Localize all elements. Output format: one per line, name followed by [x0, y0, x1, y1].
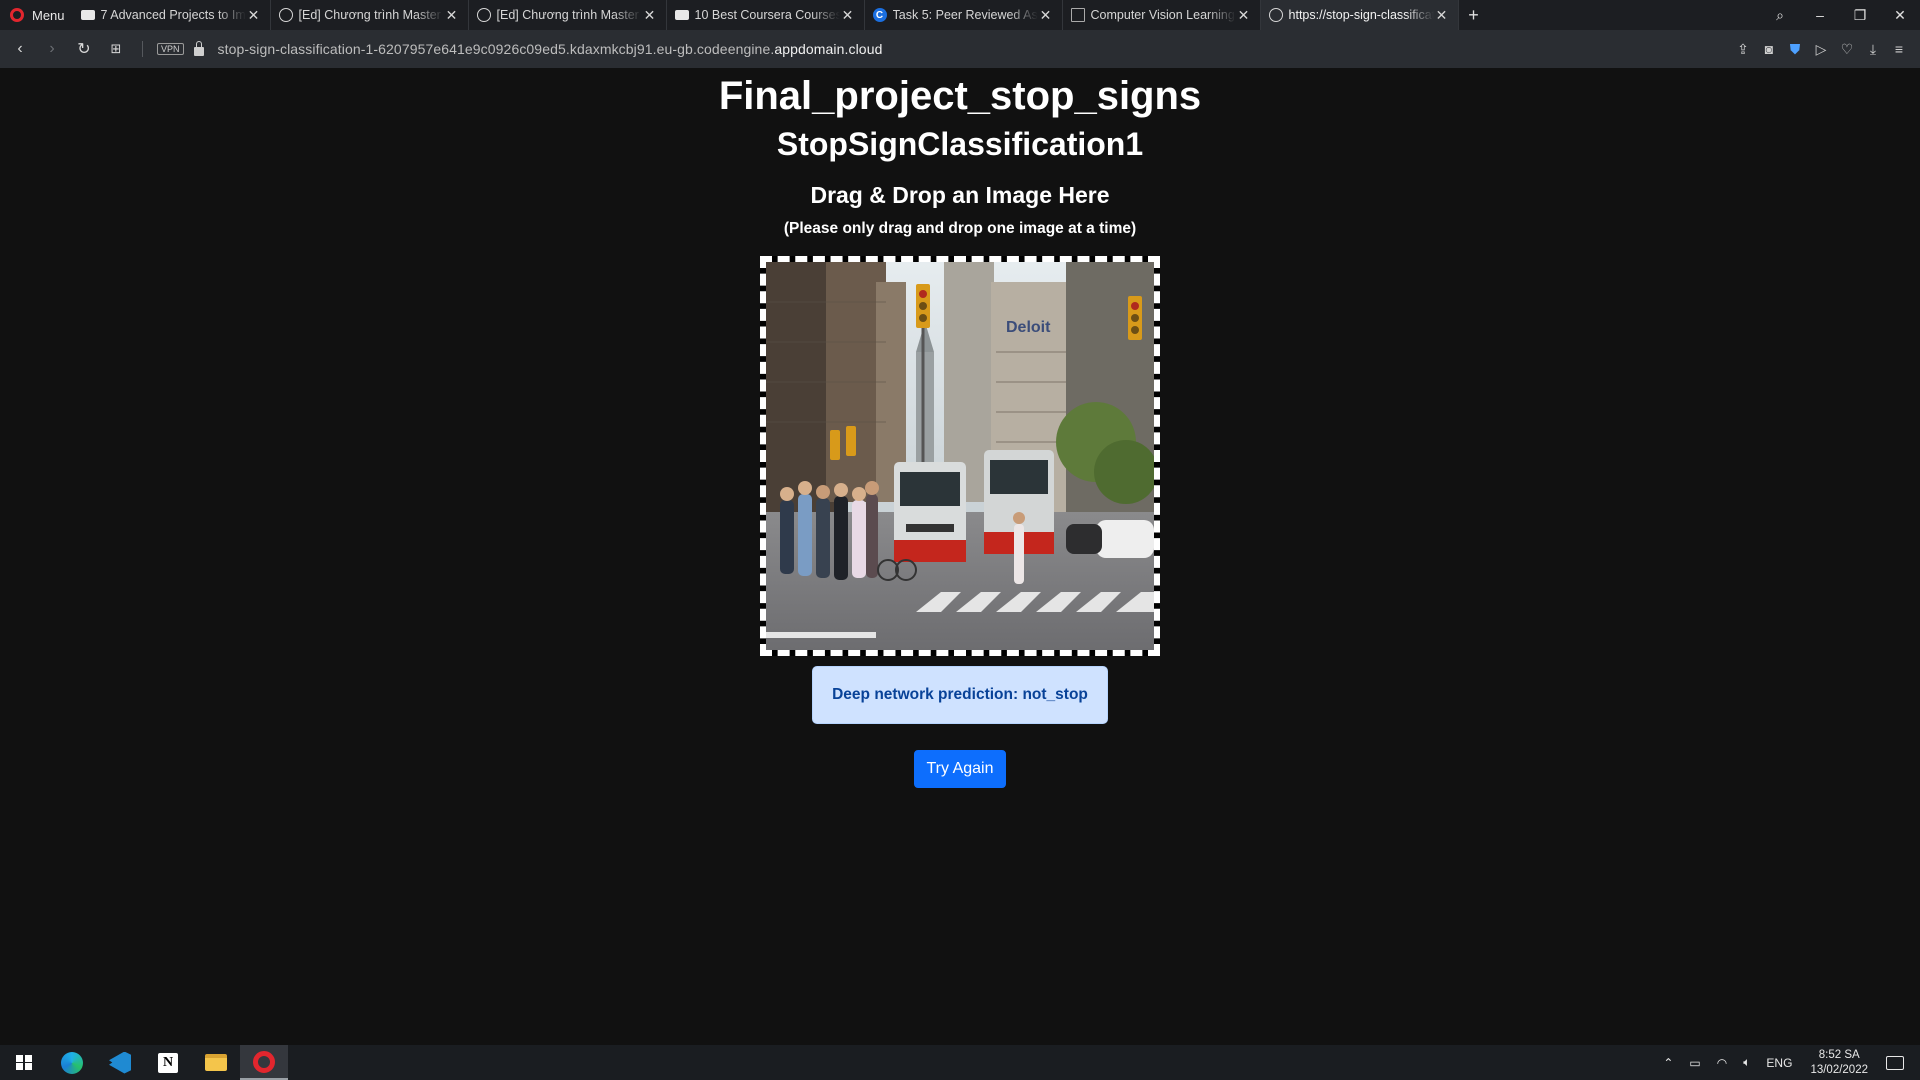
tab-title: Computer Vision Learning [1090, 8, 1235, 22]
tab-title: [Ed] Chương trình Master c [496, 8, 642, 22]
tab-title: 7 Advanced Projects to Imp [100, 8, 246, 22]
menu-label: Menu [32, 7, 65, 23]
search-tabs-icon[interactable]: ⌕ [1760, 7, 1800, 24]
drop-hint: (Please only drag and drop one image at … [783, 220, 1137, 237]
taskbar-notion[interactable]: N [144, 1045, 192, 1080]
url-domain: appdomain.cloud [774, 41, 883, 57]
reload-button[interactable]: ↻ [68, 39, 100, 59]
clock[interactable]: 8:52 SA 13/02/2022 [1800, 1048, 1878, 1078]
project-title: Final_project_stop_signs [718, 74, 1202, 118]
new-tab-button[interactable]: + [1459, 5, 1489, 26]
tab-title: Task 5: Peer Reviewed Assig [892, 8, 1038, 22]
opera-logo-icon [10, 8, 24, 22]
prediction-result: Deep network prediction: not_stop [812, 666, 1108, 724]
adblock-shield-icon[interactable]: ⛊ [1782, 41, 1808, 58]
lock-icon[interactable] [193, 40, 204, 56]
try-again-button[interactable]: Try Again [914, 750, 1006, 788]
url-prefix: stop-sign-classification-1-6207957e641e9… [217, 41, 775, 57]
uploaded-street-photo: Deloit [766, 262, 1154, 650]
close-tab-icon[interactable]: ✕ [840, 7, 856, 24]
notification-center-icon[interactable] [1886, 1055, 1904, 1070]
close-tab-icon[interactable]: ✕ [246, 7, 262, 24]
send-icon[interactable]: ▷ [1808, 41, 1834, 58]
globe-icon [1268, 8, 1283, 22]
tab-title: [Ed] Chương trình Master c [298, 8, 444, 22]
close-window-button[interactable]: ✕ [1880, 7, 1920, 24]
browser-tab[interactable]: C Task 5: Peer Reviewed Assig ✕ [865, 0, 1063, 30]
clock-date: 13/02/2022 [1810, 1063, 1868, 1076]
toolbar-divider [142, 41, 143, 57]
restore-button[interactable]: ❐ [1840, 7, 1880, 24]
coursera-icon: C [872, 8, 887, 22]
camera-icon [674, 10, 689, 20]
back-button[interactable]: ‹ [4, 40, 36, 58]
windows-taskbar: N ⌃ ▭ ◠ 🔈︎ ENG 8:52 SA 13/02/2022 [0, 1045, 1920, 1080]
browser-tab-active[interactable]: https://stop-sign-classificat ✕ [1260, 0, 1459, 30]
notion-icon: N [158, 1052, 178, 1073]
window-controls: ⌕ – ❐ ✕ [1760, 0, 1920, 30]
tab-title: 10 Best Coursera Courses a [694, 8, 840, 22]
snapshot-icon[interactable]: ◙ [1756, 41, 1782, 57]
opera-menu-button[interactable]: Menu [0, 0, 73, 30]
svg-text:Deloit: Deloit [1006, 319, 1051, 336]
globe-icon [476, 8, 491, 22]
windows-logo-icon [16, 1054, 32, 1071]
system-tray: ⌃ ▭ ◠ 🔈︎ ENG 8:52 SA 13/02/2022 [1655, 1045, 1920, 1080]
address-toolbar: ‹ › ↻ ⊞ VPN stop-sign-classification-1-6… [0, 30, 1920, 68]
minimize-button[interactable]: – [1800, 7, 1840, 23]
easy-setup-icon[interactable]: ≡ [1886, 41, 1912, 57]
image-drop-zone[interactable]: Deloit [760, 256, 1160, 656]
browser-tab[interactable]: [Ed] Chương trình Master c ✕ [271, 0, 469, 30]
close-tab-icon[interactable]: ✕ [642, 7, 658, 24]
taskbar-opera[interactable] [240, 1045, 288, 1080]
chevron-up-icon[interactable]: ⌃ [1655, 1056, 1681, 1070]
taskbar-file-explorer[interactable] [192, 1045, 240, 1080]
clock-time: 8:52 SA [1818, 1048, 1860, 1061]
drop-heading: Drag & Drop an Image Here [810, 182, 1110, 208]
url-field[interactable]: stop-sign-classification-1-6207957e641e9… [218, 41, 883, 57]
bookmark-heart-icon[interactable]: ♡ [1834, 41, 1860, 58]
browser-tab[interactable]: 7 Advanced Projects to Imp ✕ [73, 0, 271, 30]
vscode-icon [109, 1051, 131, 1074]
model-title: StopSignClassification1 [776, 126, 1144, 162]
document-icon [1070, 8, 1085, 22]
wifi-icon[interactable]: ◠ [1709, 1056, 1735, 1070]
opera-icon [253, 1050, 275, 1073]
browser-tab[interactable]: [Ed] Chương trình Master c ✕ [469, 0, 667, 30]
download-icon[interactable]: ⤓ [1860, 41, 1886, 58]
address-bar-actions: ⇪ ◙ ⛊ ▷ ♡ ⤓ ≡ [1730, 30, 1912, 68]
browser-tab[interactable]: 10 Best Coursera Courses a ✕ [667, 0, 865, 30]
forward-button[interactable]: › [36, 40, 68, 58]
taskbar-edge[interactable] [48, 1045, 96, 1080]
close-tab-icon[interactable]: ✕ [444, 7, 460, 24]
camera-icon [80, 10, 95, 20]
close-tab-icon[interactable]: ✕ [1434, 7, 1450, 24]
taskbar-vscode[interactable] [96, 1045, 144, 1080]
tab-grid-icon[interactable]: ⊞ [100, 41, 132, 57]
globe-icon [278, 8, 293, 22]
close-tab-icon[interactable]: ✕ [1236, 7, 1252, 24]
start-button[interactable] [0, 1045, 48, 1080]
language-indicator[interactable]: ENG [1758, 1056, 1800, 1070]
folder-icon [205, 1054, 227, 1071]
tab-title: https://stop-sign-classificat [1288, 8, 1434, 22]
browser-tab[interactable]: Computer Vision Learning ✕ [1063, 0, 1261, 30]
edge-icon [61, 1051, 83, 1074]
battery-icon[interactable]: ▭ [1681, 1056, 1708, 1070]
volume-icon[interactable]: 🔈︎ [1735, 1055, 1758, 1070]
vpn-badge[interactable]: VPN [157, 43, 184, 55]
browser-tab-strip: Menu 7 Advanced Projects to Imp ✕ [Ed] C… [0, 0, 1920, 30]
close-tab-icon[interactable]: ✕ [1038, 7, 1054, 24]
share-icon[interactable]: ⇪ [1730, 41, 1756, 58]
web-page: Final_project_stop_signs StopSignClassif… [0, 68, 1920, 1045]
